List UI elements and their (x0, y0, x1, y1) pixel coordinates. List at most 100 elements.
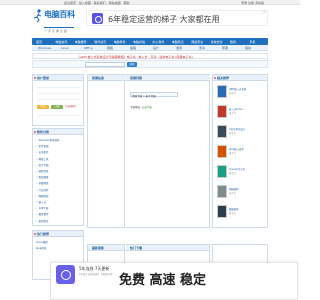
book-subtitle: 电子书 (229, 112, 236, 115)
nav-item[interactable]: 电脑系统 (133, 40, 145, 44)
category-item[interactable]: 输入法 (36, 200, 46, 204)
subnav-item[interactable]: 驱动 (245, 46, 251, 50)
bullet-icon (34, 233, 36, 235)
divider (37, 115, 81, 116)
ad-text: 6年稳定运营的梯子 大家都在用 (108, 15, 220, 24)
nav-item[interactable]: 软件资讯 (94, 40, 106, 44)
subnav-item[interactable]: 游戏 (176, 46, 182, 50)
top-ad-banner[interactable]: 6年稳定运营的梯子 大家都在用 广告 (86, 10, 268, 26)
notice-text[interactable]: 《ARM 嵌入式系统设计与编程教程》电子书 · 嵌入式 · 高清 · 最新电子书… (77, 55, 193, 59)
book-cover-image[interactable] (217, 185, 227, 198)
bottom-ad-banner[interactable]: 5年连线 7天更新 6年稳定运营的梯子 大家都在用 免费 高速 稳定 (50, 262, 298, 300)
nav-item[interactable]: 电脑软件 (114, 40, 126, 44)
notice-banner[interactable]: 《ARM 嵌入式系统设计与编程教程》电子书 · 嵌入式 · 高清 · 最新电子书… (32, 53, 268, 59)
recommend-item[interactable]: Linux编程 (36, 240, 48, 244)
category-item[interactable]: Windows系统软件 (36, 138, 59, 142)
divider (37, 93, 81, 94)
download-link[interactable]: 点击下载 (142, 106, 152, 109)
subnav-item[interactable]: 编程 (130, 46, 136, 50)
ad-app-icon (92, 13, 103, 24)
panel-header: 相关推荐 (213, 75, 267, 81)
tab-hot[interactable]: 热门下载 (126, 245, 209, 251)
subnav-item[interactable]: Linux (61, 46, 69, 50)
category-item[interactable]: 文件管理 (36, 144, 48, 148)
panel-title: 相关推荐 (217, 76, 230, 80)
book-subtitle: 电子书 (229, 92, 236, 95)
book-cover-image[interactable] (217, 165, 227, 178)
top-links[interactable]: 设为首页 · 加入收藏 · 联系我们 · 网站地图 · 帮助 (64, 1, 129, 5)
subnav-item[interactable]: Office (84, 46, 93, 50)
runner-icon (33, 9, 42, 23)
main-nav: 首页 电脑资讯 电脑硬件 软件资讯 电脑软件 电脑系统 办公软件 电脑知识 网络安全 系统优化 数码… (32, 38, 268, 45)
site-logo[interactable]: 电脑百科 一 手 掌 握 全 面 (32, 7, 80, 37)
sub-nav: Windows Linux Office 网络 编程 设计 游戏 安卓 苹果 驱动 (32, 45, 268, 51)
nav-item[interactable]: 手机 (249, 40, 255, 44)
nav-item[interactable]: 电脑知识 (172, 40, 184, 44)
tab-latest[interactable]: 最新更新 (88, 245, 124, 251)
forgot-link[interactable]: 忘记密码? (65, 105, 76, 109)
breadcrumb[interactable]: 资源下载 > 电子书籍 (132, 94, 156, 98)
category-item[interactable]: 行业软件 (36, 188, 48, 192)
book-subtitle: 电子书 (229, 172, 236, 175)
related-panel: 相关推荐 ARM嵌入式系统 电子书 嵌入式Linux 电子书 C语言程序设计 电子书 Jav… (212, 74, 268, 228)
search-input[interactable] (85, 62, 125, 67)
subnav-item[interactable]: Windows (38, 46, 51, 50)
subnav-item[interactable]: 设计 (153, 46, 159, 50)
category-item[interactable]: 多媒体类 (36, 181, 48, 185)
category-item[interactable]: 编程开发 (36, 169, 48, 173)
divider (37, 87, 81, 88)
brand-name: 电脑百科 (44, 9, 75, 19)
tab-list[interactable]: 资源列表 (126, 75, 210, 81)
category-item[interactable]: 教育教学 (36, 212, 48, 216)
category-item[interactable]: 网络工具 (36, 157, 48, 161)
login-button[interactable]: 登录 (37, 105, 49, 109)
panel-header: 软件分类 (33, 129, 83, 135)
book-cover-image[interactable] (217, 125, 227, 138)
login-panel: 用户登录 登录 注册 忘记密码? (32, 74, 84, 126)
panel-title: 软件分类 (37, 130, 50, 134)
category-item[interactable]: 安全相关 (36, 150, 48, 154)
top-bar: 设为首页 · 加入收藏 · 联系我们 · 网站地图 · 帮助 登录 注册 手机版 (0, 0, 300, 5)
login-actions: 登录 注册 忘记密码? (37, 105, 81, 109)
category-item[interactable]: 字体下载 (36, 206, 48, 210)
tab-label: 热门下载 (130, 246, 143, 250)
subnav-item[interactable]: 网络 (107, 46, 113, 50)
tab-label: 资源列表 (130, 76, 143, 80)
book-cover-image[interactable] (217, 205, 227, 218)
bullet-icon (34, 131, 36, 133)
book-subtitle: 电子书 (229, 192, 236, 195)
book-cover-image[interactable] (217, 105, 227, 118)
brand-slogan: 一 手 掌 握 全 面 (44, 29, 67, 33)
ad-app-icon (56, 265, 75, 284)
tab-info[interactable]: 资源信息 (88, 75, 126, 81)
search-button[interactable]: 搜索 (127, 62, 137, 67)
subnav-item[interactable]: 苹果 (222, 46, 228, 50)
category-item[interactable]: 网络游戏 (36, 194, 48, 198)
book-subtitle: 电子书 (229, 212, 236, 215)
nav-item[interactable]: 办公软件 (152, 40, 164, 44)
category-item[interactable]: 驱动程序 (36, 219, 48, 223)
category-item[interactable]: 电子书籍 (36, 163, 48, 167)
nav-item[interactable]: 网络安全 (191, 40, 203, 44)
nav-item[interactable]: 电脑资讯 (55, 40, 67, 44)
login-links[interactable]: 登录 注册 手机版 (241, 1, 264, 5)
search-bar: 搜索 (32, 60, 268, 68)
nav-item[interactable]: 首页 (36, 40, 42, 44)
tab-label: 最新更新 (92, 246, 105, 250)
book-cover-image[interactable] (217, 145, 227, 158)
book-cover-image[interactable] (217, 85, 227, 98)
bullet-icon (214, 77, 216, 79)
recommend-item[interactable]: Java开发 (36, 246, 46, 250)
category-item[interactable]: 图形图像 (36, 175, 48, 179)
list-panel: 资源列表 资源下载 > 电子书籍 下载地址: 点击下载 (126, 74, 210, 228)
nav-item[interactable]: 系统优化 (211, 40, 223, 44)
register-button[interactable]: 注册 (51, 105, 63, 109)
subnav-item[interactable]: 安卓 (199, 46, 205, 50)
download-label: 下载地址: (130, 106, 141, 109)
panel-header: 用户登录 (33, 75, 83, 81)
nav-item[interactable]: 数码 (230, 40, 236, 44)
info-panel: 资源信息 (87, 74, 126, 228)
ad-slogan: 免费 高速 稳定 (119, 273, 207, 288)
book-subtitle: 电子书 (229, 132, 236, 135)
nav-item[interactable]: 电脑硬件 (75, 40, 87, 44)
